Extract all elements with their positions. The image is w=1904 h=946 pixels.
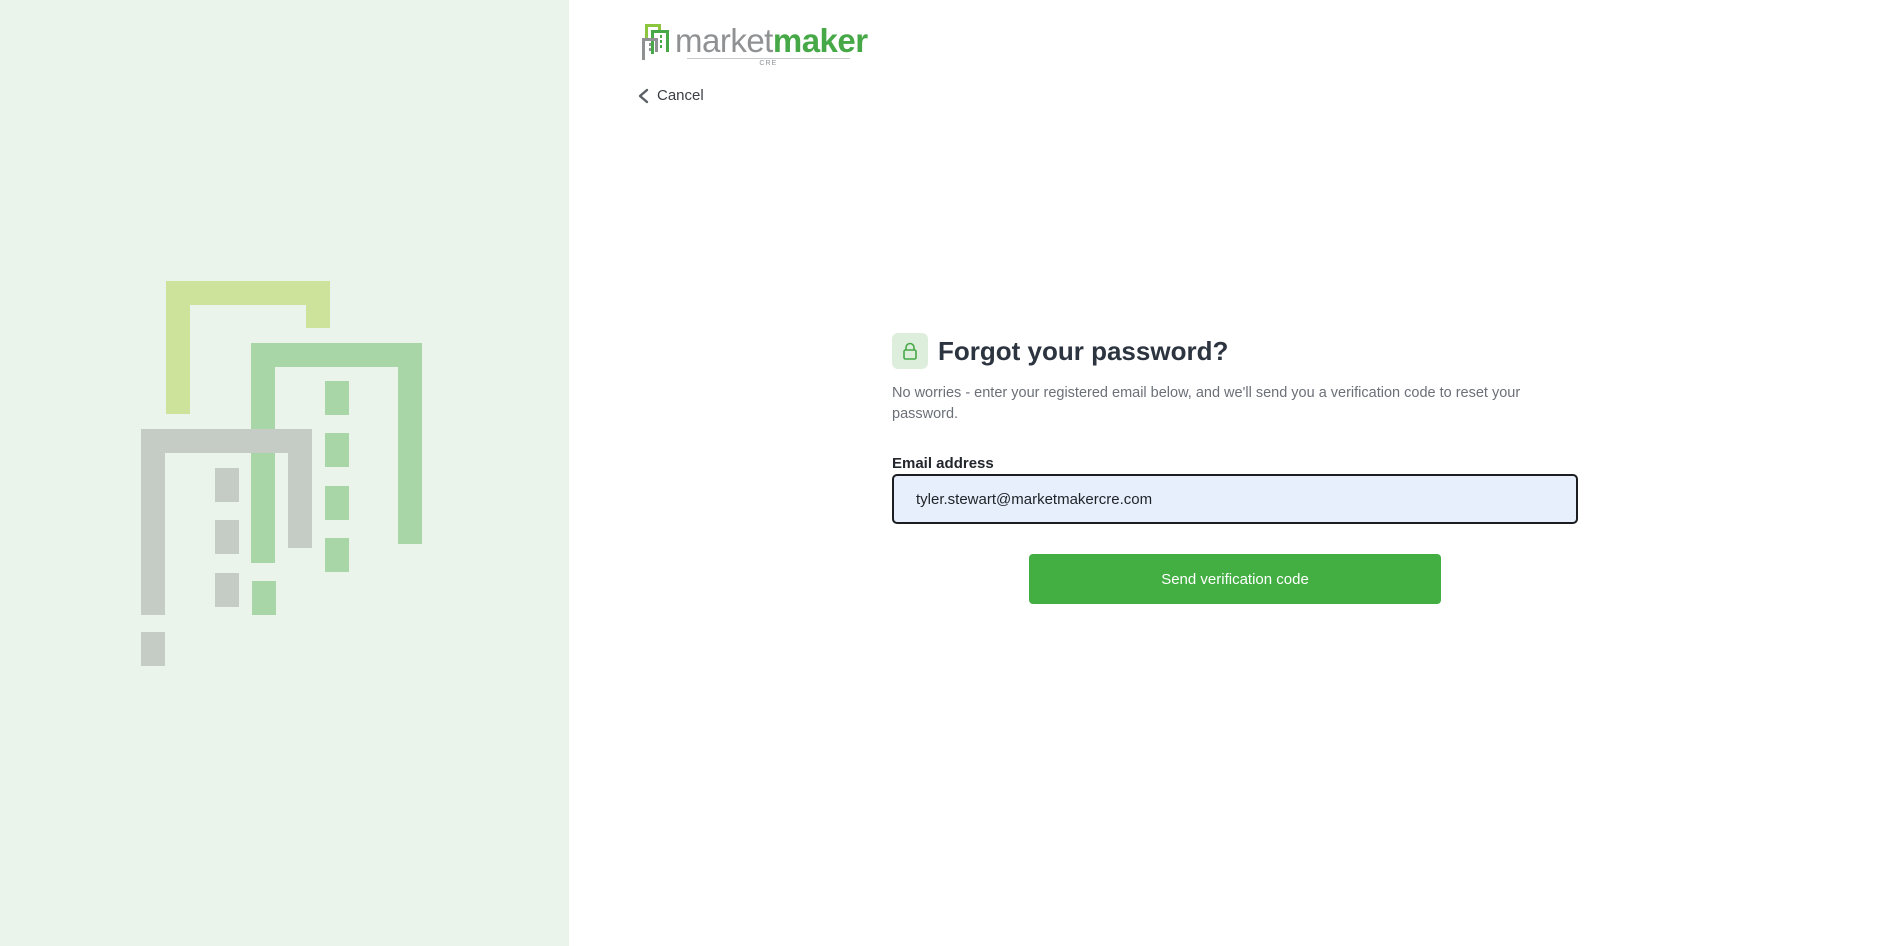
send-verification-code-button[interactable]: Send verification code <box>1029 554 1441 604</box>
side-illustration-panel <box>0 0 569 946</box>
marketmaker-logo: marketmaker CRE <box>641 22 868 67</box>
logo-word-maker: maker <box>772 22 868 59</box>
buildings-illustration <box>141 281 422 666</box>
lock-badge <box>892 333 928 369</box>
title-row: Forgot your password? <box>892 333 1578 369</box>
logo-subtitle: CRE <box>687 58 850 67</box>
email-input[interactable] <box>892 474 1578 524</box>
cancel-label: Cancel <box>657 87 704 104</box>
lock-icon <box>903 342 917 360</box>
logo-mark-icon <box>642 24 669 60</box>
cancel-link[interactable]: Cancel <box>637 87 704 104</box>
logo-word-market: market <box>675 22 773 59</box>
forgot-password-form: Forgot your password? No worries - enter… <box>892 333 1578 604</box>
logo-wordmark: marketmaker CRE <box>675 22 868 67</box>
page-title: Forgot your password? <box>938 335 1229 366</box>
email-label: Email address <box>892 455 994 472</box>
chevron-left-icon <box>638 88 649 103</box>
main-content: marketmaker CRE Cancel Forgot your passw… <box>569 0 1904 946</box>
page-description: No worries - enter your registered email… <box>892 385 1521 422</box>
